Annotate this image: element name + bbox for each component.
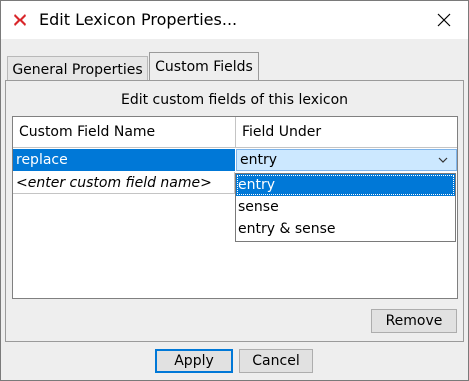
field-under-dropdown-list: entry sense entry & sense xyxy=(235,173,456,242)
tab-label: General Properties xyxy=(12,61,143,78)
close-button[interactable] xyxy=(419,1,468,39)
panel-heading: Edit custom fields of this lexicon xyxy=(120,92,349,108)
field-under-combobox[interactable]: entry xyxy=(236,149,457,171)
tab-label: Custom Fields xyxy=(155,58,253,75)
tab-custom-fields[interactable]: Custom Fields xyxy=(149,52,259,80)
dropdown-option-entry[interactable]: entry xyxy=(236,174,455,196)
window-title: Edit Lexicon Properties... xyxy=(39,10,238,29)
dropdown-option-entry-and-sense[interactable]: entry & sense xyxy=(236,218,455,240)
dialog-window: Edit Lexicon Properties... General Prope… xyxy=(0,0,469,381)
dropdown-option-sense[interactable]: sense xyxy=(236,196,455,218)
close-icon xyxy=(437,13,450,27)
column-header-field-under[interactable]: Field Under xyxy=(236,117,457,148)
new-field-name-input[interactable]: <enter custom field name> xyxy=(13,172,235,194)
cancel-button[interactable]: Cancel xyxy=(239,349,313,373)
table-row-name-cell[interactable]: replace xyxy=(13,149,235,171)
column-header-name[interactable]: Custom Field Name xyxy=(13,117,236,148)
app-logo-icon xyxy=(12,12,28,28)
chevron-down-icon xyxy=(438,157,448,163)
tab-general-properties[interactable]: General Properties xyxy=(7,56,148,82)
remove-button[interactable]: Remove xyxy=(371,309,457,333)
title-bar: Edit Lexicon Properties... xyxy=(1,1,468,39)
apply-button[interactable]: Apply xyxy=(155,349,233,373)
